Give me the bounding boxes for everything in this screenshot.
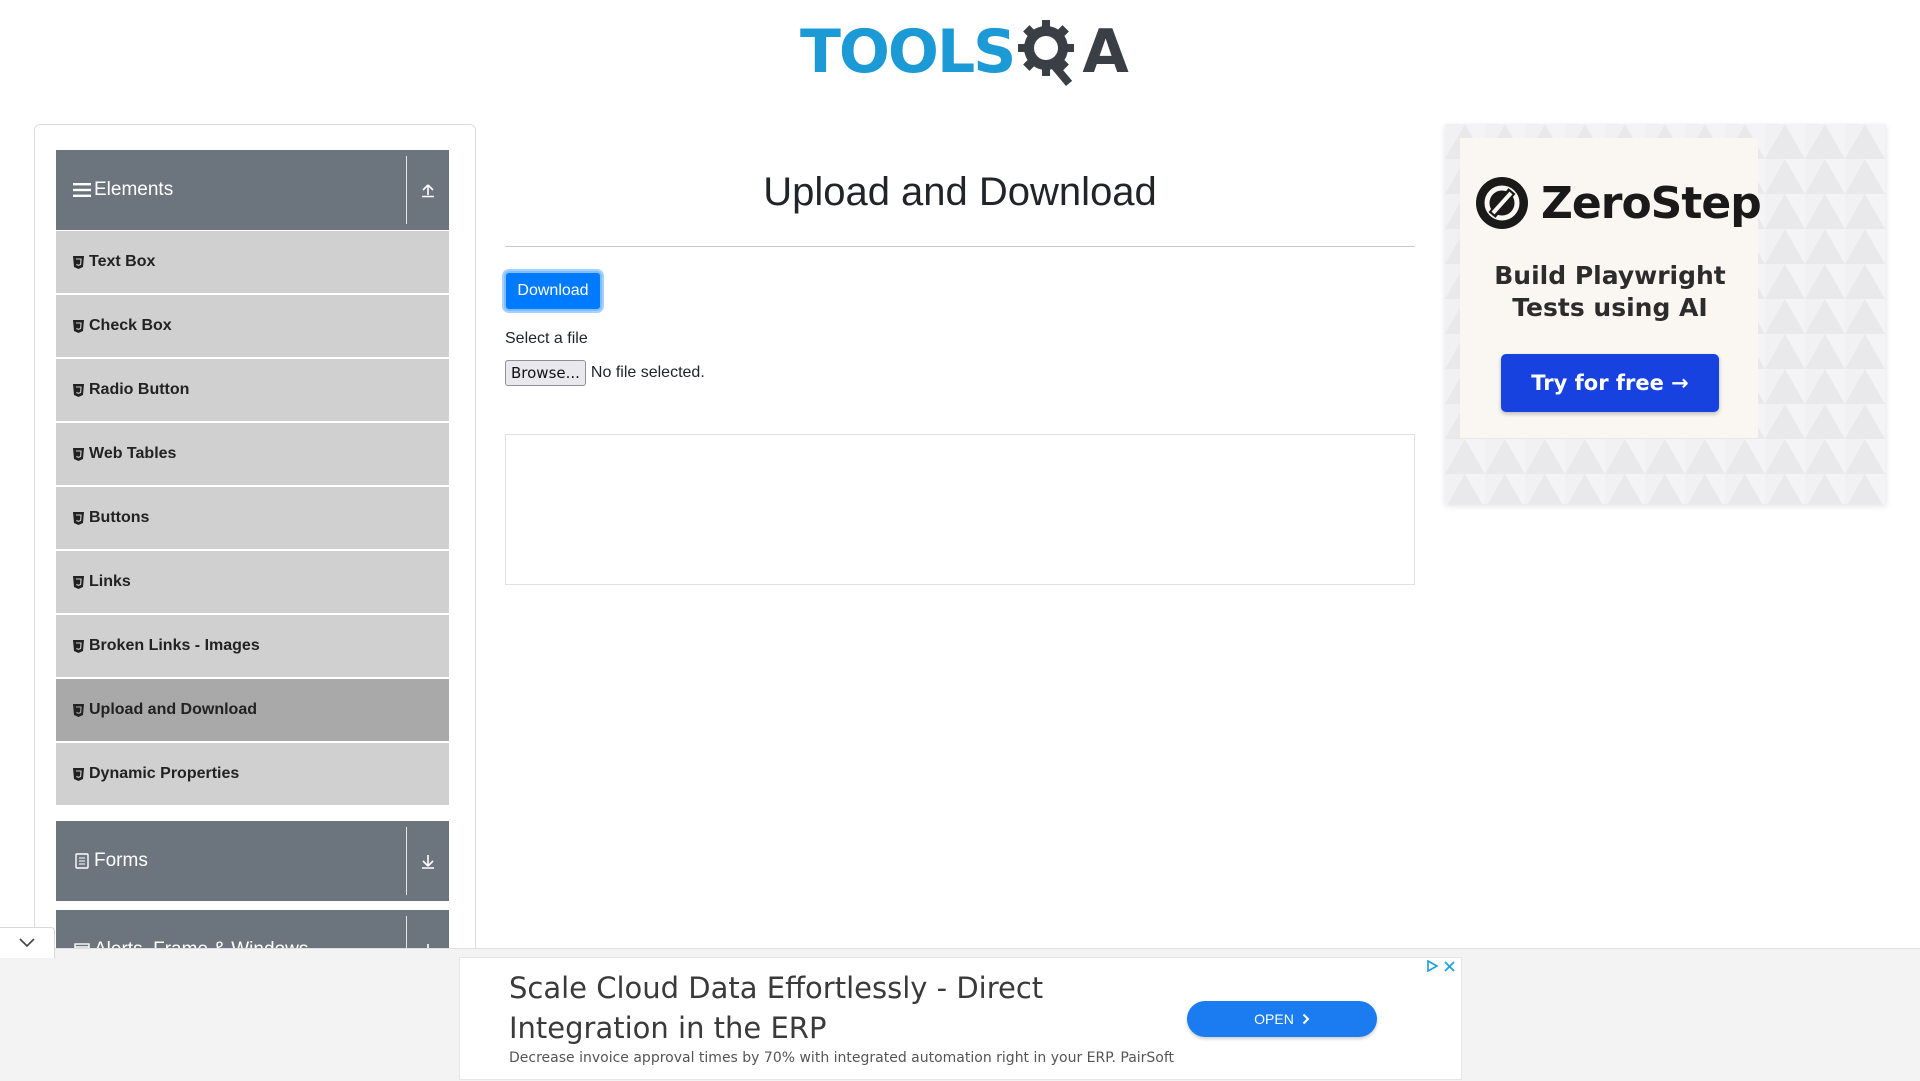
close-icon[interactable] (1444, 960, 1455, 972)
title-divider (505, 246, 1415, 247)
page-title: Upload and Download (763, 170, 1157, 214)
html5-icon (71, 319, 85, 333)
tagline-line-1: Build Playwright (1494, 261, 1726, 290)
sidebar-item-links[interactable]: Links (56, 551, 449, 613)
divider (406, 827, 407, 895)
toolsqa-logo[interactable]: TOOLS A (800, 12, 1129, 92)
hamburger-icon (72, 180, 92, 200)
html5-icon (71, 767, 85, 781)
ad-headline[interactable]: Scale Cloud Data Effortlessly - Direct I… (509, 968, 1129, 1048)
html5-icon (71, 383, 85, 397)
ad-description: Decrease invoice approval times by 70% w… (509, 1050, 1175, 1066)
ad-choices[interactable] (1426, 960, 1455, 972)
tagline-line-2: Tests using AI (1512, 293, 1708, 322)
chevron-right-icon (1302, 1013, 1310, 1025)
collapse-ad-button[interactable] (0, 927, 55, 958)
try-for-free-button[interactable]: Try for free → (1501, 354, 1719, 412)
html5-icon (71, 255, 85, 269)
zerostep-logo-icon (1476, 177, 1528, 229)
sidebar-item-radio-button[interactable]: Radio Button (56, 359, 449, 421)
html5-icon (71, 639, 85, 653)
sidebar-item-label: Check Box (89, 317, 172, 334)
group-elements[interactable]: Elements (56, 150, 449, 230)
arrow-up-icon[interactable] (415, 150, 441, 230)
sidebar-item-label: Links (89, 573, 131, 590)
html5-icon (71, 511, 85, 525)
document-icon (72, 851, 92, 871)
logo-text-qa: A (1014, 16, 1129, 88)
group-forms[interactable]: Forms (56, 821, 449, 901)
adchoices-icon[interactable] (1426, 960, 1438, 972)
group-label: Forms (94, 850, 148, 871)
download-button[interactable]: Download (504, 271, 602, 311)
sidebar-item-label: Web Tables (89, 445, 177, 462)
sidebar-item-label: Dynamic Properties (89, 765, 240, 782)
sidebar-item-broken-links[interactable]: Broken Links - Images (56, 615, 449, 677)
file-status-text: No file selected. (590, 364, 705, 381)
zerostep-name: ZeroStep (1541, 177, 1762, 229)
logo-text-a: A (1082, 17, 1128, 87)
sidebar-item-text-box[interactable]: Text Box (56, 231, 449, 293)
sidebar-item-upload-download[interactable]: Upload and Download (56, 679, 449, 741)
browse-button[interactable]: Browse... (505, 360, 586, 386)
sidebar-item-label: Radio Button (89, 381, 190, 398)
file-upload-input[interactable]: Browse... No file selected. (505, 360, 705, 386)
sidebar-item-label: Buttons (89, 509, 150, 526)
zerostep-brand: ZeroStep (1475, 176, 1762, 230)
sidebar-item-buttons[interactable]: Buttons (56, 487, 449, 549)
left-panel: Elements Text Box Check Box Radio Button… (34, 124, 476, 965)
sidebar-item-label: Upload and Download (89, 701, 257, 718)
zerostep-tagline: Build Playwright Tests using AI (1445, 260, 1775, 324)
divider (406, 156, 407, 224)
open-label: OPEN (1254, 1011, 1294, 1027)
chevron-down-icon (19, 938, 35, 948)
group-label: Elements (94, 179, 174, 200)
select-file-label: Select a file (505, 330, 588, 347)
html5-icon (71, 575, 85, 589)
sidebar-item-check-box[interactable]: Check Box (56, 295, 449, 357)
html5-icon (71, 447, 85, 461)
logo-text-tools: TOOLS (800, 17, 1016, 87)
gear-magnifier-icon (1018, 20, 1075, 86)
sidebar-item-dynamic-properties[interactable]: Dynamic Properties (56, 743, 449, 805)
bottom-ad[interactable]: Scale Cloud Data Effortlessly - Direct I… (459, 957, 1462, 1080)
sidebar-item-web-tables[interactable]: Web Tables (56, 423, 449, 485)
html5-icon (71, 703, 85, 717)
upload-result-box (505, 434, 1415, 585)
arrow-down-icon[interactable] (415, 821, 441, 901)
sidebar-item-label: Broken Links - Images (89, 637, 260, 654)
sidebar-item-label: Text Box (89, 253, 156, 270)
ad-open-button[interactable]: OPEN (1187, 1001, 1377, 1037)
